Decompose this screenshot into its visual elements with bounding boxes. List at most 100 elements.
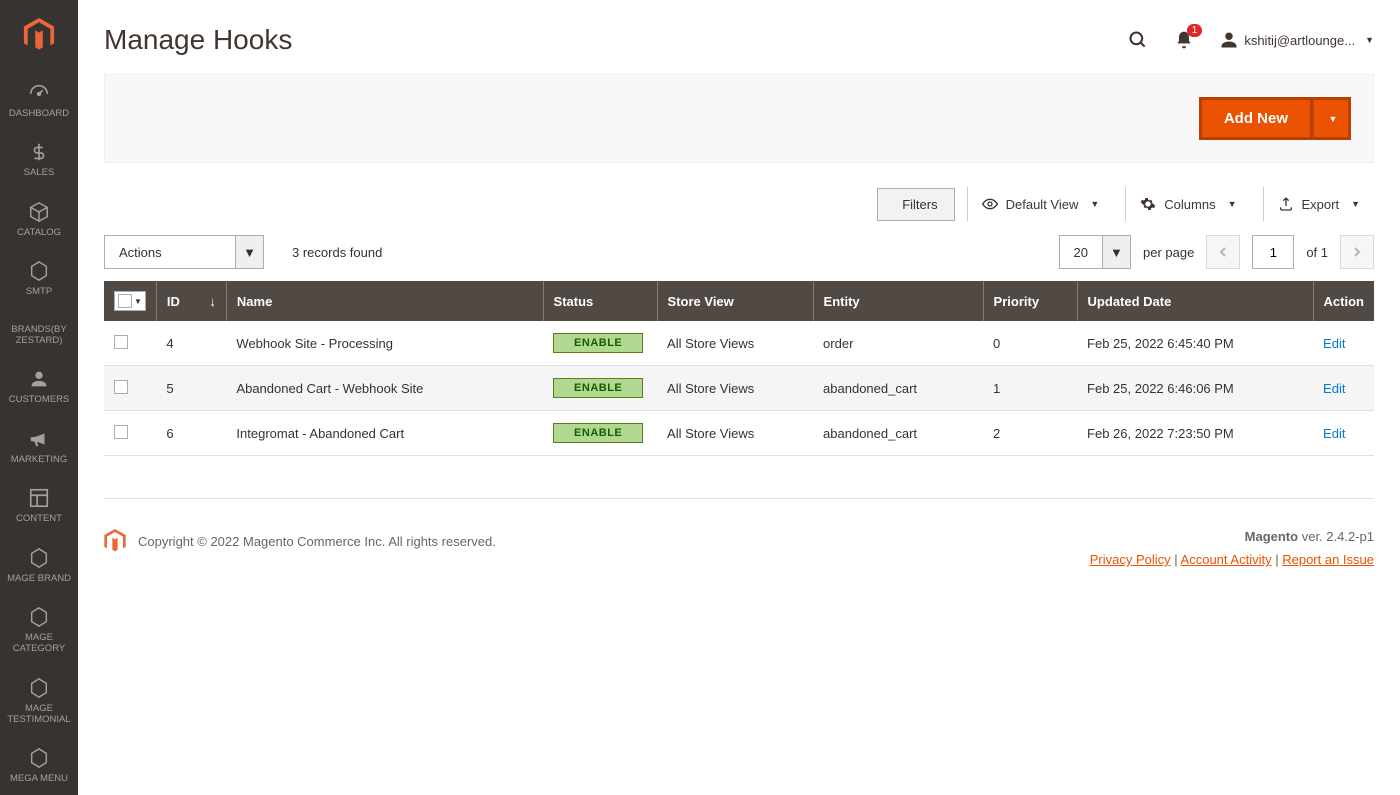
actions-label: Actions <box>105 236 235 268</box>
sidebar-item-mage-brand[interactable]: MAGE BRAND <box>0 535 78 594</box>
edit-link[interactable]: Edit <box>1323 336 1345 351</box>
cell-store-view: All Store Views <box>657 366 813 411</box>
sidebar-item-smtp[interactable]: SMTP <box>0 248 78 307</box>
records-found: 3 records found <box>292 245 382 260</box>
cell-updated: Feb 26, 2022 7:23:50 PM <box>1077 411 1313 456</box>
col-store-view[interactable]: Store View <box>657 281 813 321</box>
hex-icon <box>28 677 50 699</box>
sidebar-item-label: MAGE CATEGORY <box>4 632 74 655</box>
report-link[interactable]: Report an Issue <box>1282 552 1374 567</box>
col-action[interactable]: Action <box>1313 281 1374 321</box>
checkbox-icon <box>114 425 128 439</box>
activity-link[interactable]: Account Activity <box>1181 552 1272 567</box>
sidebar-item-label: CUSTOMERS <box>9 394 70 405</box>
checkbox-icon <box>114 335 128 349</box>
pager-prev[interactable] <box>1206 235 1240 269</box>
per-page-label: per page <box>1143 245 1194 260</box>
notifications-icon[interactable]: 1 <box>1174 30 1194 50</box>
topbar: Manage Hooks 1 kshitij@artlounge... ▼ <box>104 0 1374 74</box>
cell-action: Edit <box>1313 411 1374 456</box>
page-size-value: 20 <box>1060 236 1102 268</box>
page-size-select[interactable]: 20 ▼ <box>1059 235 1131 269</box>
notification-badge: 1 <box>1187 24 1203 37</box>
actionbar: Add New ▼ <box>104 74 1374 163</box>
username: kshitij@artlounge... <box>1244 33 1355 48</box>
sidebar-item-sales[interactable]: SALES <box>0 129 78 188</box>
row-checkbox[interactable] <box>104 366 156 411</box>
sidebar-item-label: MARKETING <box>11 454 67 465</box>
table-row: 4Webhook Site - ProcessingENABLEAll Stor… <box>104 321 1374 366</box>
view-selector[interactable]: Default View ▼ <box>967 187 1114 221</box>
export-selector[interactable]: Export ▼ <box>1263 187 1375 221</box>
magento-logo[interactable] <box>0 0 78 70</box>
chevron-down-icon: ▼ <box>1329 114 1338 124</box>
cell-priority: 1 <box>983 366 1077 411</box>
cell-status: ENABLE <box>543 366 657 411</box>
add-new-toggle[interactable]: ▼ <box>1313 97 1351 140</box>
col-id[interactable]: ID ↓ <box>156 281 226 321</box>
sidebar-item-content[interactable]: CONTENT <box>0 475 78 534</box>
hex-icon <box>28 606 50 628</box>
row-checkbox[interactable] <box>104 321 156 366</box>
col-name[interactable]: Name <box>226 281 543 321</box>
pager-of: of 1 <box>1306 245 1328 260</box>
sidebar-item-mega-menu[interactable]: MEGA MENU <box>0 735 78 794</box>
cell-priority: 0 <box>983 321 1077 366</box>
export-icon <box>1278 196 1294 212</box>
pager-input[interactable] <box>1252 235 1294 269</box>
hex-icon <box>28 747 50 769</box>
sidebar-item-label: BRANDS(BY ZESTARD) <box>4 324 74 347</box>
col-checkbox[interactable]: ▼ <box>104 281 156 321</box>
pager-next[interactable] <box>1340 235 1374 269</box>
col-entity[interactable]: Entity <box>813 281 983 321</box>
sidebar-item-mage-testimonial[interactable]: MAGE TESTIMONIAL <box>0 665 78 736</box>
table-row: 5Abandoned Cart - Webhook SiteENABLEAll … <box>104 366 1374 411</box>
columns-selector[interactable]: Columns ▼ <box>1125 187 1250 221</box>
sidebar-item-label: MEGA MENU <box>10 773 68 784</box>
actions-select[interactable]: Actions ▼ <box>104 235 264 269</box>
select-all-checkbox[interactable]: ▼ <box>114 291 146 311</box>
chevron-down-icon: ▼ <box>1102 236 1130 268</box>
cell-entity: abandoned_cart <box>813 366 983 411</box>
status-badge: ENABLE <box>553 423 643 443</box>
sidebar-item-customers[interactable]: CUSTOMERS <box>0 356 78 415</box>
col-updated[interactable]: Updated Date <box>1077 281 1313 321</box>
cell-name: Integromat - Abandoned Cart <box>226 411 543 456</box>
sidebar-item-label: MAGE TESTIMONIAL <box>4 703 74 726</box>
chevron-down-icon: ▼ <box>1090 199 1099 209</box>
search-icon[interactable] <box>1128 30 1148 50</box>
col-status[interactable]: Status <box>543 281 657 321</box>
sidebar-item-catalog[interactable]: CATALOG <box>0 189 78 248</box>
sidebar-item-label: MAGE BRAND <box>7 573 71 584</box>
filters-label: Filters <box>902 197 937 212</box>
sidebar-item-dashboard[interactable]: DASHBOARD <box>0 70 78 129</box>
cell-entity: order <box>813 321 983 366</box>
cell-name: Webhook Site - Processing <box>226 321 543 366</box>
sidebar-item-brands-by-zestard-[interactable]: BRANDS(BY ZESTARD) <box>0 308 78 357</box>
checkbox-icon <box>118 294 132 308</box>
cell-id: 6 <box>156 411 226 456</box>
magento-logo-icon <box>104 529 126 553</box>
privacy-link[interactable]: Privacy Policy <box>1090 552 1171 567</box>
row-checkbox[interactable] <box>104 411 156 456</box>
chevron-down-icon: ▼ <box>134 297 142 306</box>
cell-store-view: All Store Views <box>657 321 813 366</box>
hex-icon <box>28 260 50 282</box>
cell-updated: Feb 25, 2022 6:46:06 PM <box>1077 366 1313 411</box>
user-menu[interactable]: kshitij@artlounge... ▼ <box>1220 31 1374 49</box>
cell-status: ENABLE <box>543 321 657 366</box>
layout-icon <box>28 487 50 509</box>
cell-name: Abandoned Cart - Webhook Site <box>226 366 543 411</box>
edit-link[interactable]: Edit <box>1323 381 1345 396</box>
add-new-button[interactable]: Add New <box>1199 97 1313 140</box>
edit-link[interactable]: Edit <box>1323 426 1345 441</box>
chevron-down-icon: ▼ <box>1351 199 1360 209</box>
sidebar-item-marketing[interactable]: MARKETING <box>0 416 78 475</box>
cell-action: Edit <box>1313 366 1374 411</box>
sidebar-item-label: CONTENT <box>16 513 62 524</box>
chevron-down-icon: ▼ <box>1365 35 1374 45</box>
sidebar-item-mage-category[interactable]: MAGE CATEGORY <box>0 594 78 665</box>
col-priority[interactable]: Priority <box>983 281 1077 321</box>
filters-button[interactable]: Filters <box>877 188 954 221</box>
cell-entity: abandoned_cart <box>813 411 983 456</box>
